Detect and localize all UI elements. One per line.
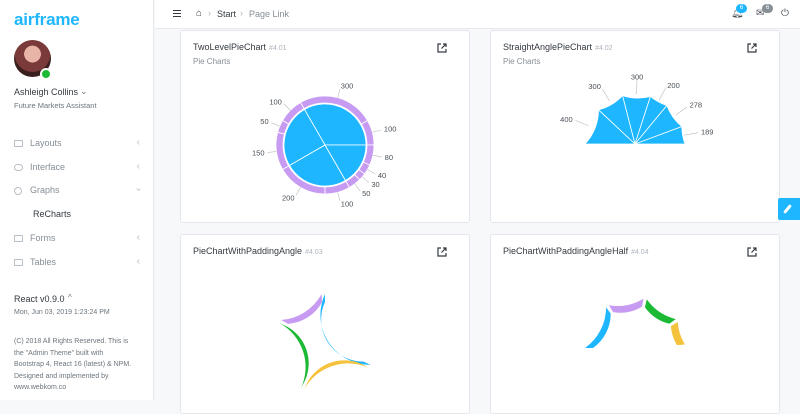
donut-slice-2[interactable] — [280, 323, 309, 388]
user-role: Future Markets Assistant — [14, 101, 97, 110]
slice-label: 30 — [371, 180, 379, 189]
card-two-level-pie: TwoLevelPieChart#4.01 Pie Charts 1003001… — [180, 30, 470, 223]
sidebar-item-label: Interface — [30, 162, 65, 172]
label-line — [338, 89, 340, 98]
donut-slice-3[interactable] — [281, 294, 322, 324]
label-line — [267, 151, 276, 152]
slice-label: 50 — [260, 117, 268, 126]
card-pie-padding-angle: PieChartWithPaddingAngle#4.03 — [180, 234, 470, 414]
check-square-icon — [14, 235, 23, 242]
label-line — [338, 192, 340, 201]
online-status-dot — [40, 68, 52, 80]
label-line — [373, 155, 382, 157]
half-donut-slice-0[interactable] — [585, 307, 611, 348]
columns-icon — [14, 140, 23, 147]
label-line — [676, 107, 687, 115]
label-line — [355, 184, 360, 191]
power-icon[interactable]: ⏻ — [781, 8, 789, 19]
copyright-link[interactable]: www.webkom.co — [14, 382, 150, 394]
padding-angle-half-donut-chart — [491, 235, 781, 401]
copyright-text: (C) 2018 All Rights Reserved. This is th… — [14, 336, 150, 394]
slice-label: 400 — [560, 115, 573, 124]
sidebar-item-label: Tables — [30, 257, 56, 267]
slice-label: 100 — [341, 199, 354, 208]
slice-label: 100 — [269, 97, 282, 106]
slice-label: 150 — [252, 148, 265, 157]
chevron-down-icon[interactable]: ⌄ — [80, 86, 88, 97]
version-label[interactable]: React v0.9.0 — [14, 294, 65, 304]
topbar: ⌂ › Start › Page Link 🔔︎ 6 ✉ 6 ⏻ — [155, 0, 800, 29]
sidebar: airframe Ashleigh Collins ⌄ Future Marke… — [0, 0, 154, 400]
home-icon[interactable]: ⌂ — [196, 8, 202, 19]
label-line — [684, 133, 698, 135]
app-logo[interactable]: airframe — [14, 10, 80, 30]
chevron-down-icon: ‹ — [133, 188, 144, 191]
sidebar-item-forms[interactable]: Forms ‹ — [14, 233, 140, 247]
chevron-right-icon: › — [240, 8, 243, 18]
half-donut-slice-3[interactable] — [671, 322, 685, 345]
sidebar-item-layouts[interactable]: Layouts ‹ — [14, 138, 140, 152]
sidebar-subitem-recharts[interactable]: ReCharts — [33, 209, 71, 219]
slice-label: 100 — [384, 125, 397, 134]
chevron-right-icon: › — [208, 8, 211, 18]
slice-label: 300 — [588, 82, 601, 91]
donut-slice-1[interactable] — [304, 360, 369, 389]
label-line — [372, 130, 381, 132]
slice-label: 80 — [385, 153, 393, 162]
padding-angle-donut-chart — [181, 235, 471, 401]
copyright-line: the "Admin Theme" built with — [14, 348, 150, 360]
label-line — [271, 123, 279, 126]
label-line — [575, 120, 588, 125]
breadcrumb-start[interactable]: Start — [217, 9, 236, 19]
sidebar-item-label: Forms — [30, 233, 56, 243]
slice-label: 300 — [631, 73, 644, 82]
chevron-left-icon: ‹ — [137, 232, 140, 243]
message-badge: 6 — [762, 4, 773, 13]
two-level-pie-chart: 1003001005015020010050304080 — [181, 31, 471, 224]
slice-label: 50 — [362, 189, 370, 198]
chevron-up-icon[interactable]: ^ — [68, 293, 72, 302]
sidebar-item-graphs[interactable]: Graphs ‹ — [14, 185, 140, 199]
label-line — [659, 88, 666, 100]
slice-label: 300 — [341, 82, 354, 91]
slice-label: 278 — [690, 101, 703, 110]
theme-customizer-button[interactable] — [778, 198, 800, 220]
notification-badge: 6 — [736, 4, 747, 13]
sidebar-item-label: Layouts — [30, 138, 62, 148]
sidebar-item-tables[interactable]: Tables ‹ — [14, 257, 140, 271]
pie-icon — [14, 187, 22, 195]
half-donut-slice-1[interactable] — [609, 299, 643, 313]
sidebar-item-interface[interactable]: Interface ‹ — [14, 162, 140, 176]
copyright-line: (C) 2018 All Rights Reserved. This is — [14, 336, 150, 348]
sidebar-item-label: Graphs — [30, 185, 60, 195]
chevron-left-icon: ‹ — [137, 137, 140, 148]
slice-label: 200 — [667, 81, 680, 90]
label-line — [296, 187, 301, 195]
copyright-line: Bootstrap 4, React 16 (latest) & NPM. — [14, 359, 150, 371]
donut-slice-0[interactable] — [320, 294, 370, 365]
half-donut-slice-2[interactable] — [645, 299, 676, 323]
slice-label: 189 — [701, 128, 714, 137]
label-line — [602, 89, 609, 101]
card-straight-angle-pie: StraightAnglePieChart#4.02 Pie Charts 40… — [490, 30, 780, 223]
chevron-left-icon: ‹ — [137, 256, 140, 267]
straight-angle-pie-chart: 400 300 300 200 278 189 — [491, 31, 781, 224]
copyright-line: Designed and implemented by — [14, 371, 150, 383]
build-date: Mon, Jun 03, 2019 1:23:24 PM — [14, 309, 110, 316]
toggle-icon — [14, 164, 23, 171]
label-line — [367, 170, 375, 175]
chevron-left-icon: ‹ — [137, 161, 140, 172]
slice-label: 200 — [282, 193, 295, 202]
label-line — [362, 177, 369, 183]
slice-label: 40 — [378, 171, 386, 180]
menu-icon[interactable] — [173, 10, 181, 17]
label-line — [284, 104, 290, 110]
table-icon — [14, 259, 23, 266]
user-name[interactable]: Ashleigh Collins — [14, 87, 78, 97]
breadcrumb-current: Page Link — [249, 9, 289, 19]
card-pie-padding-angle-half: PieChartWithPaddingAngleHalf#4.04 — [490, 234, 780, 414]
